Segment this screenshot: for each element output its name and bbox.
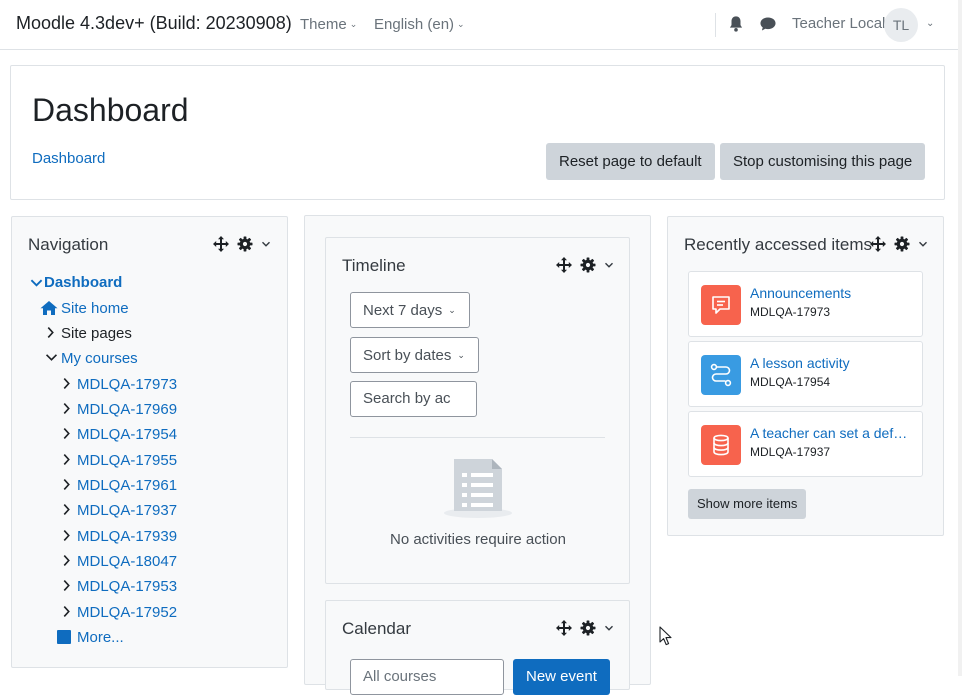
recent-item-card[interactable]: Announcements MDLQA-17973 <box>688 271 923 337</box>
chevron-right-icon[interactable] <box>62 503 71 516</box>
move-icon[interactable] <box>213 236 229 252</box>
lesson-icon <box>701 355 741 395</box>
chevron-right-icon[interactable] <box>62 453 71 466</box>
move-icon[interactable] <box>556 620 572 636</box>
chevron-right-icon[interactable] <box>62 554 71 567</box>
move-icon[interactable] <box>870 236 886 252</box>
forum-icon <box>701 285 741 325</box>
chevron-down-icon: ⌄ <box>349 19 358 29</box>
calendar-block-controls <box>556 620 614 636</box>
reset-page-button[interactable]: Reset page to default <box>546 143 715 180</box>
nav-course-item[interactable]: MDLQA-18047 <box>77 553 177 570</box>
chevron-right-icon[interactable] <box>62 529 71 542</box>
timeline-sort-label: Sort by dates <box>363 347 452 364</box>
breadcrumb[interactable]: Dashboard <box>32 150 105 167</box>
chevron-down-icon[interactable] <box>30 278 43 288</box>
recent-title: Recently accessed items <box>684 235 873 254</box>
timeline-block-controls <box>556 257 614 273</box>
timeline-empty-message: No activities require action <box>390 531 566 548</box>
chevron-down-icon[interactable] <box>604 623 614 633</box>
chevron-down-icon[interactable] <box>261 239 271 249</box>
gear-icon[interactable] <box>237 236 253 252</box>
navbar-divider <box>715 13 716 37</box>
site-name[interactable]: Moodle 4.3dev+ (Build: 20230908) <box>16 13 292 34</box>
chevron-down-icon[interactable] <box>918 239 928 249</box>
recent-item-card[interactable]: A teacher can set a default... MDLQA-179… <box>688 411 923 477</box>
recent-item-link[interactable]: A lesson activity <box>750 355 914 371</box>
top-navbar: Moodle 4.3dev+ (Build: 20230908) Theme ⌄ … <box>0 0 962 50</box>
timeline-filter-dropdown[interactable]: Next 7 days ⌄ <box>350 292 470 328</box>
database-icon <box>701 425 741 465</box>
chat-bubble-icon[interactable] <box>759 15 777 33</box>
user-name[interactable]: Teacher Local <box>792 15 885 32</box>
home-icon <box>40 301 58 315</box>
chevron-right-icon[interactable] <box>46 326 55 339</box>
new-event-button[interactable]: New event <box>513 659 610 695</box>
nav-course-item[interactable]: MDLQA-17952 <box>77 604 177 621</box>
chevron-down-icon: ⌄ <box>457 350 465 360</box>
square-icon <box>57 630 71 644</box>
nav-site-pages[interactable]: Site pages <box>61 325 132 342</box>
empty-activities-icon <box>444 459 512 518</box>
page-header: Dashboard Dashboard Reset page to defaul… <box>10 65 945 200</box>
chevron-down-icon: ⌄ <box>448 305 456 315</box>
language-label: English (en) <box>374 16 455 33</box>
recent-item-card[interactable]: A lesson activity MDLQA-17954 <box>688 341 923 407</box>
nav-course-item[interactable]: MDLQA-17961 <box>77 477 177 494</box>
theme-label: Theme <box>300 16 347 33</box>
nav-course-item[interactable]: MDLQA-17953 <box>77 578 177 595</box>
recent-item-course: MDLQA-17973 <box>750 305 831 319</box>
chevron-down-icon[interactable] <box>604 260 614 270</box>
nav-course-item[interactable]: MDLQA-17939 <box>77 528 177 545</box>
nav-site-home[interactable]: Site home <box>61 300 129 317</box>
recent-item-link[interactable]: Announcements <box>750 285 914 301</box>
move-icon[interactable] <box>556 257 572 273</box>
language-menu[interactable]: English (en) ⌄ <box>374 16 465 33</box>
stop-customising-button[interactable]: Stop customising this page <box>720 143 926 180</box>
chevron-right-icon[interactable] <box>62 605 71 618</box>
nav-course-item[interactable]: MDLQA-17969 <box>77 401 177 418</box>
chevron-right-icon[interactable] <box>62 579 71 592</box>
mouse-cursor-icon <box>659 626 672 646</box>
chevron-right-icon[interactable] <box>62 377 71 390</box>
nav-course-item[interactable]: MDLQA-17937 <box>77 502 177 519</box>
timeline-sort-dropdown[interactable]: Sort by dates ⌄ <box>350 337 479 373</box>
nav-more-link[interactable]: More... <box>77 629 124 646</box>
bell-icon[interactable] <box>727 15 745 33</box>
chevron-right-icon[interactable] <box>62 427 71 440</box>
chevron-right-icon[interactable] <box>62 402 71 415</box>
calendar-title: Calendar <box>342 619 411 638</box>
recent-item-course: MDLQA-17954 <box>750 375 831 389</box>
gear-icon[interactable] <box>894 236 910 252</box>
navigation-title: Navigation <box>28 235 109 254</box>
avatar[interactable]: TL <box>884 8 918 42</box>
nav-dashboard[interactable]: Dashboard <box>44 274 122 291</box>
calendar-course-select[interactable]: All courses <box>350 659 504 695</box>
chevron-down-icon[interactable] <box>45 353 58 362</box>
recent-item-course: MDLQA-17937 <box>750 445 831 459</box>
page-scrollbar[interactable] <box>958 0 962 676</box>
show-more-items-button[interactable]: Show more items <box>688 489 807 519</box>
recent-item-link[interactable]: A teacher can set a default... <box>750 425 914 441</box>
nav-course-item[interactable]: MDLQA-17973 <box>77 376 177 393</box>
user-menu-chevron-down-icon[interactable]: ⌄ <box>926 18 934 29</box>
divider <box>350 437 605 438</box>
chevron-right-icon[interactable] <box>62 478 71 491</box>
nav-course-item[interactable]: MDLQA-17954 <box>77 426 177 443</box>
nav-course-item[interactable]: MDLQA-17955 <box>77 452 177 469</box>
chevron-down-icon: ⌄ <box>457 19 465 29</box>
navigation-block-controls <box>213 236 271 252</box>
page-title: Dashboard <box>32 92 189 128</box>
timeline-title: Timeline <box>342 256 406 275</box>
theme-menu[interactable]: Theme ⌄ <box>300 16 357 33</box>
recent-block-controls <box>870 236 928 252</box>
timeline-search-input[interactable]: Search by ac <box>350 381 477 417</box>
nav-my-courses[interactable]: My courses <box>61 350 138 367</box>
gear-icon[interactable] <box>580 257 596 273</box>
timeline-filter-label: Next 7 days <box>363 302 443 319</box>
gear-icon[interactable] <box>580 620 596 636</box>
calendar-course-label: All courses <box>363 668 437 685</box>
